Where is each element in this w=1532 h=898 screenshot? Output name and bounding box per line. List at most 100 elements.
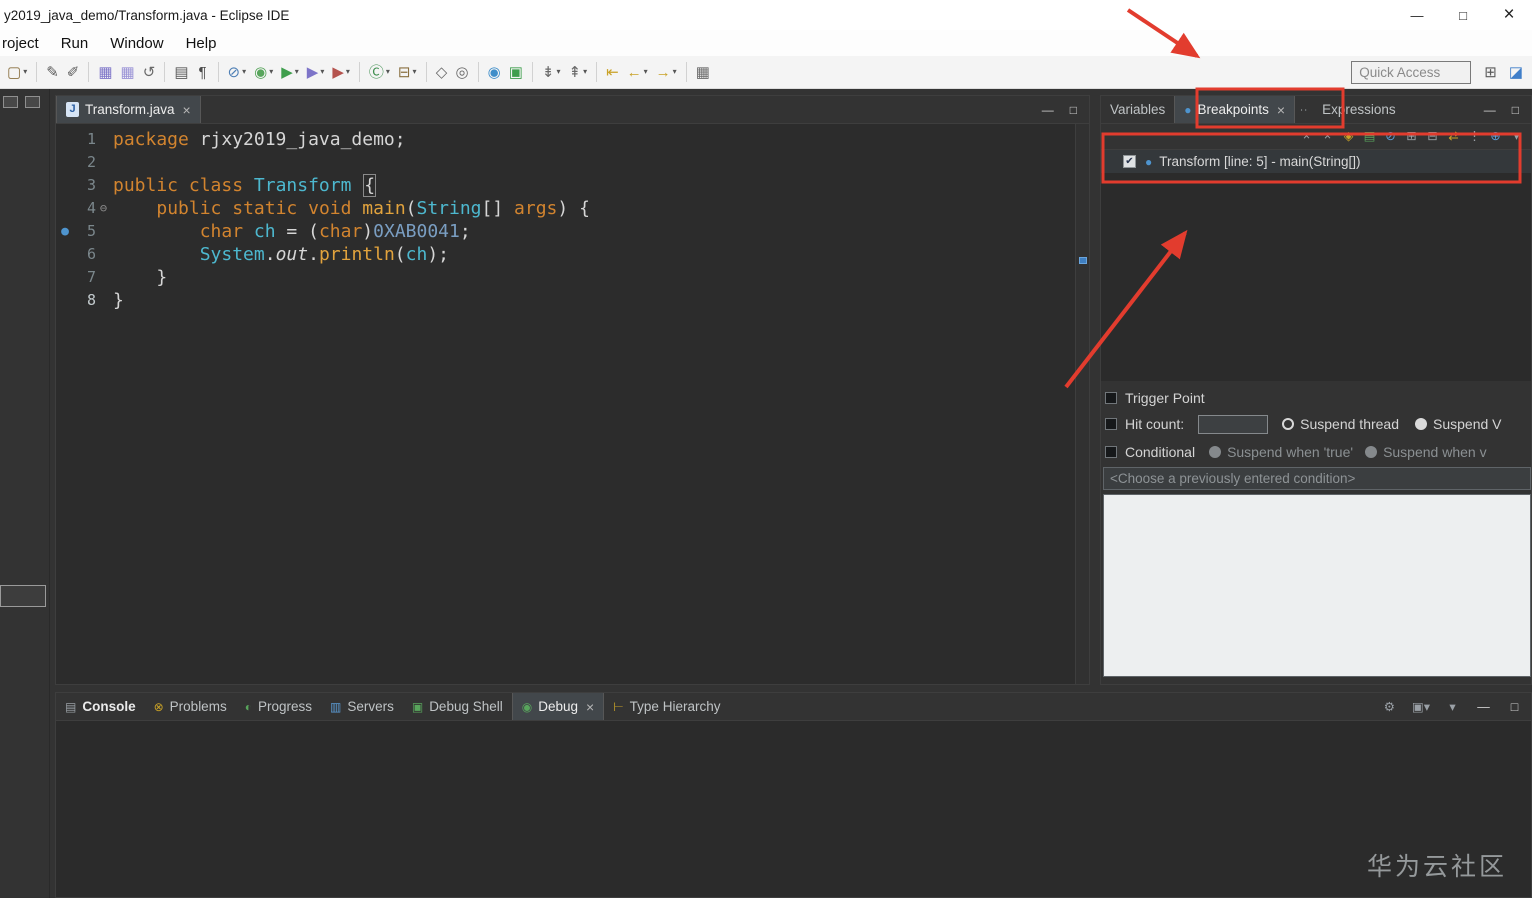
minimized-view-icon[interactable] [25, 96, 40, 108]
menu-item-window[interactable]: Window [99, 35, 174, 52]
close-tab-icon[interactable]: × [1277, 102, 1285, 118]
open-editor-icon[interactable]: ▦ [693, 63, 713, 82]
tab-progress[interactable]: ◐ Progress [236, 693, 321, 720]
close-tab-icon[interactable]: × [586, 699, 594, 715]
menubar: roject Run Window Help [0, 30, 1532, 56]
breakpoint-entry[interactable]: ✔ ● Transform [line: 5] - main(String[]) [1101, 150, 1531, 173]
condition-history-combo[interactable]: <Choose a previously entered condition> [1103, 467, 1531, 490]
suspend-thread-radio[interactable] [1282, 418, 1295, 430]
open-perspective-icon[interactable]: ⊞ [1481, 63, 1500, 82]
add-exception-breakpoint-icon[interactable]: ⊕ [1487, 130, 1504, 143]
expand-all-icon[interactable]: ⊞ [1403, 130, 1420, 143]
minimize-view-icon[interactable]: — [1484, 103, 1496, 117]
suspend-when-true-label: Suspend when 'true' [1227, 444, 1354, 460]
minimized-view-icon[interactable] [3, 96, 18, 108]
close-window-button[interactable]: × [1486, 0, 1532, 30]
minimize-window-button[interactable]: — [1394, 0, 1440, 30]
gutter-breakpoint-column [56, 266, 74, 289]
forward-icon[interactable]: → ▾ [653, 63, 680, 82]
link-with-debug-view-icon[interactable]: ⇄ [1445, 130, 1462, 143]
menu-item-roject[interactable]: roject [0, 35, 50, 52]
coverage-icon[interactable]: ▶ ▾ [304, 63, 328, 82]
tab-console[interactable]: ▤ Console [56, 693, 145, 720]
hit-count-checkbox[interactable] [1105, 418, 1117, 430]
tab-type-hierarchy[interactable]: ⊢ Type Hierarchy [604, 693, 729, 720]
close-tab-icon[interactable]: × [183, 102, 191, 118]
open-type-icon[interactable]: ◇ [433, 63, 451, 82]
save-icon[interactable]: ▦ [95, 63, 115, 82]
java-perspective-icon[interactable]: ◪ [1506, 63, 1526, 82]
profile-icon[interactable]: ▶ ▾ [329, 63, 353, 82]
revert-icon[interactable]: ↺ [140, 63, 159, 82]
maximize-view-icon[interactable]: □ [1070, 103, 1077, 117]
pen-icon[interactable]: ✎ [43, 63, 62, 82]
suspend-when-change-radio[interactable] [1365, 446, 1378, 458]
next-annotation-icon[interactable]: ⇟ ▾ [539, 63, 564, 82]
prev-annotation-icon[interactable]: ⇞ ▾ [565, 63, 590, 82]
code-editor[interactable]: 1 package rjxy2019_java_demo; 2 3 public cla… [56, 124, 1075, 684]
tab-servers[interactable]: ▥ Servers [321, 693, 403, 720]
view-menu-icon[interactable]: ▾ [1508, 130, 1525, 143]
conditional-row: Conditional Suspend when 'true' Suspend … [1105, 441, 1531, 463]
tab-expressions[interactable]: Expressions [1313, 96, 1405, 123]
show-supported-breakpoints-icon[interactable]: ◈ [1340, 130, 1357, 143]
breakpoints-list[interactable]: ✔ ● Transform [line: 5] - main(String[]) [1101, 149, 1531, 381]
group-by-icon[interactable]: ⋮ [1466, 130, 1483, 143]
console-output[interactable] [56, 722, 1531, 897]
maximize-window-button[interactable]: □ [1440, 0, 1486, 30]
toolbar-separator [531, 62, 533, 82]
skip-all-breakpoints-icon[interactable]: ⊘ [1382, 130, 1399, 143]
run-icon[interactable]: ▶ ▾ [278, 63, 302, 82]
back-icon[interactable]: ← ▾ [624, 63, 651, 82]
fold-marker-icon[interactable]: ⊖ [96, 197, 111, 220]
hit-count-input[interactable] [1198, 414, 1269, 434]
conditional-checkbox[interactable] [1105, 446, 1117, 458]
tab-variables[interactable]: Variables [1101, 96, 1174, 123]
breakpoint-enabled-checkbox[interactable]: ✔ [1123, 155, 1136, 168]
tab-debug-shell[interactable]: ▣ Debug Shell [403, 693, 512, 720]
open-console-icon[interactable]: ▣ ▾ [1412, 701, 1430, 714]
tab-transform-java[interactable]: J Transform.java × [56, 96, 201, 123]
suspend-vm-radio[interactable] [1415, 418, 1427, 430]
menu-item-help[interactable]: Help [175, 35, 228, 52]
minimized-view-slot[interactable] [0, 585, 46, 607]
tab-debug[interactable]: ◉ Debug × [511, 693, 605, 720]
new-wizard-icon[interactable]: ▢ ▾ [4, 63, 30, 82]
wrench-icon[interactable]: ⚙ [1381, 701, 1398, 714]
debug-launch-icon[interactable]: ◉ ▾ [251, 63, 276, 82]
hit-count-row: Hit count: Suspend thread Suspend V [1105, 413, 1531, 435]
terminal-icon[interactable]: ▣ [506, 63, 526, 82]
last-edit-location-icon[interactable]: ⇤ [603, 63, 622, 82]
new-java-class-icon[interactable]: Ⓒ ▾ [366, 63, 393, 82]
search-icon[interactable]: ◎ [453, 63, 472, 82]
go-to-file-icon[interactable]: ▤ [1361, 130, 1378, 143]
maximize-view-icon[interactable]: □ [1506, 701, 1523, 714]
new-java-package-icon[interactable]: ⊟ ▾ [395, 63, 420, 82]
minimize-view-icon[interactable]: — [1042, 103, 1054, 117]
trigger-point-checkbox[interactable] [1105, 392, 1117, 404]
dropdown-caret-icon: ▾ [269, 67, 274, 76]
tab-breakpoints[interactable]: ● Breakpoints × [1174, 96, 1296, 123]
quick-access-input[interactable]: Quick Access [1351, 60, 1472, 84]
breakpoint-marker-icon[interactable]: ● [56, 220, 74, 243]
suspend-when-true-radio[interactable] [1209, 446, 1222, 458]
menu-item-run[interactable]: Run [50, 35, 100, 52]
suspend-when-change-label: Suspend when v [1383, 444, 1487, 460]
print-icon[interactable]: ▤ [171, 63, 191, 82]
remove-all-breakpoints-icon[interactable]: × [1319, 130, 1336, 143]
pilcrow-icon[interactable]: ¶ [194, 63, 212, 82]
code-token: void [308, 198, 352, 219]
save-all-icon[interactable]: ▦ [118, 63, 138, 82]
skip-breakpoints-icon[interactable]: ⊘ ▾ [225, 63, 250, 82]
overview-breakpoint-marker[interactable] [1079, 257, 1087, 264]
marker-icon[interactable]: ✐ [64, 63, 83, 82]
maximize-view-icon[interactable]: □ [1512, 103, 1519, 117]
tab-problems[interactable]: ⊗ Problems [145, 693, 236, 720]
collapse-all-icon[interactable]: ⊟ [1424, 130, 1441, 143]
remove-breakpoint-icon[interactable]: × [1298, 130, 1315, 143]
web-browser-icon[interactable]: ◉ [485, 63, 504, 82]
minimize-view-icon[interactable]: — [1475, 701, 1492, 714]
condition-editor[interactable] [1103, 494, 1531, 677]
console-view-menu-icon[interactable]: ▾ [1444, 701, 1461, 714]
tab-overflow-chevron-icon[interactable]: ∙∙ [1295, 96, 1313, 123]
